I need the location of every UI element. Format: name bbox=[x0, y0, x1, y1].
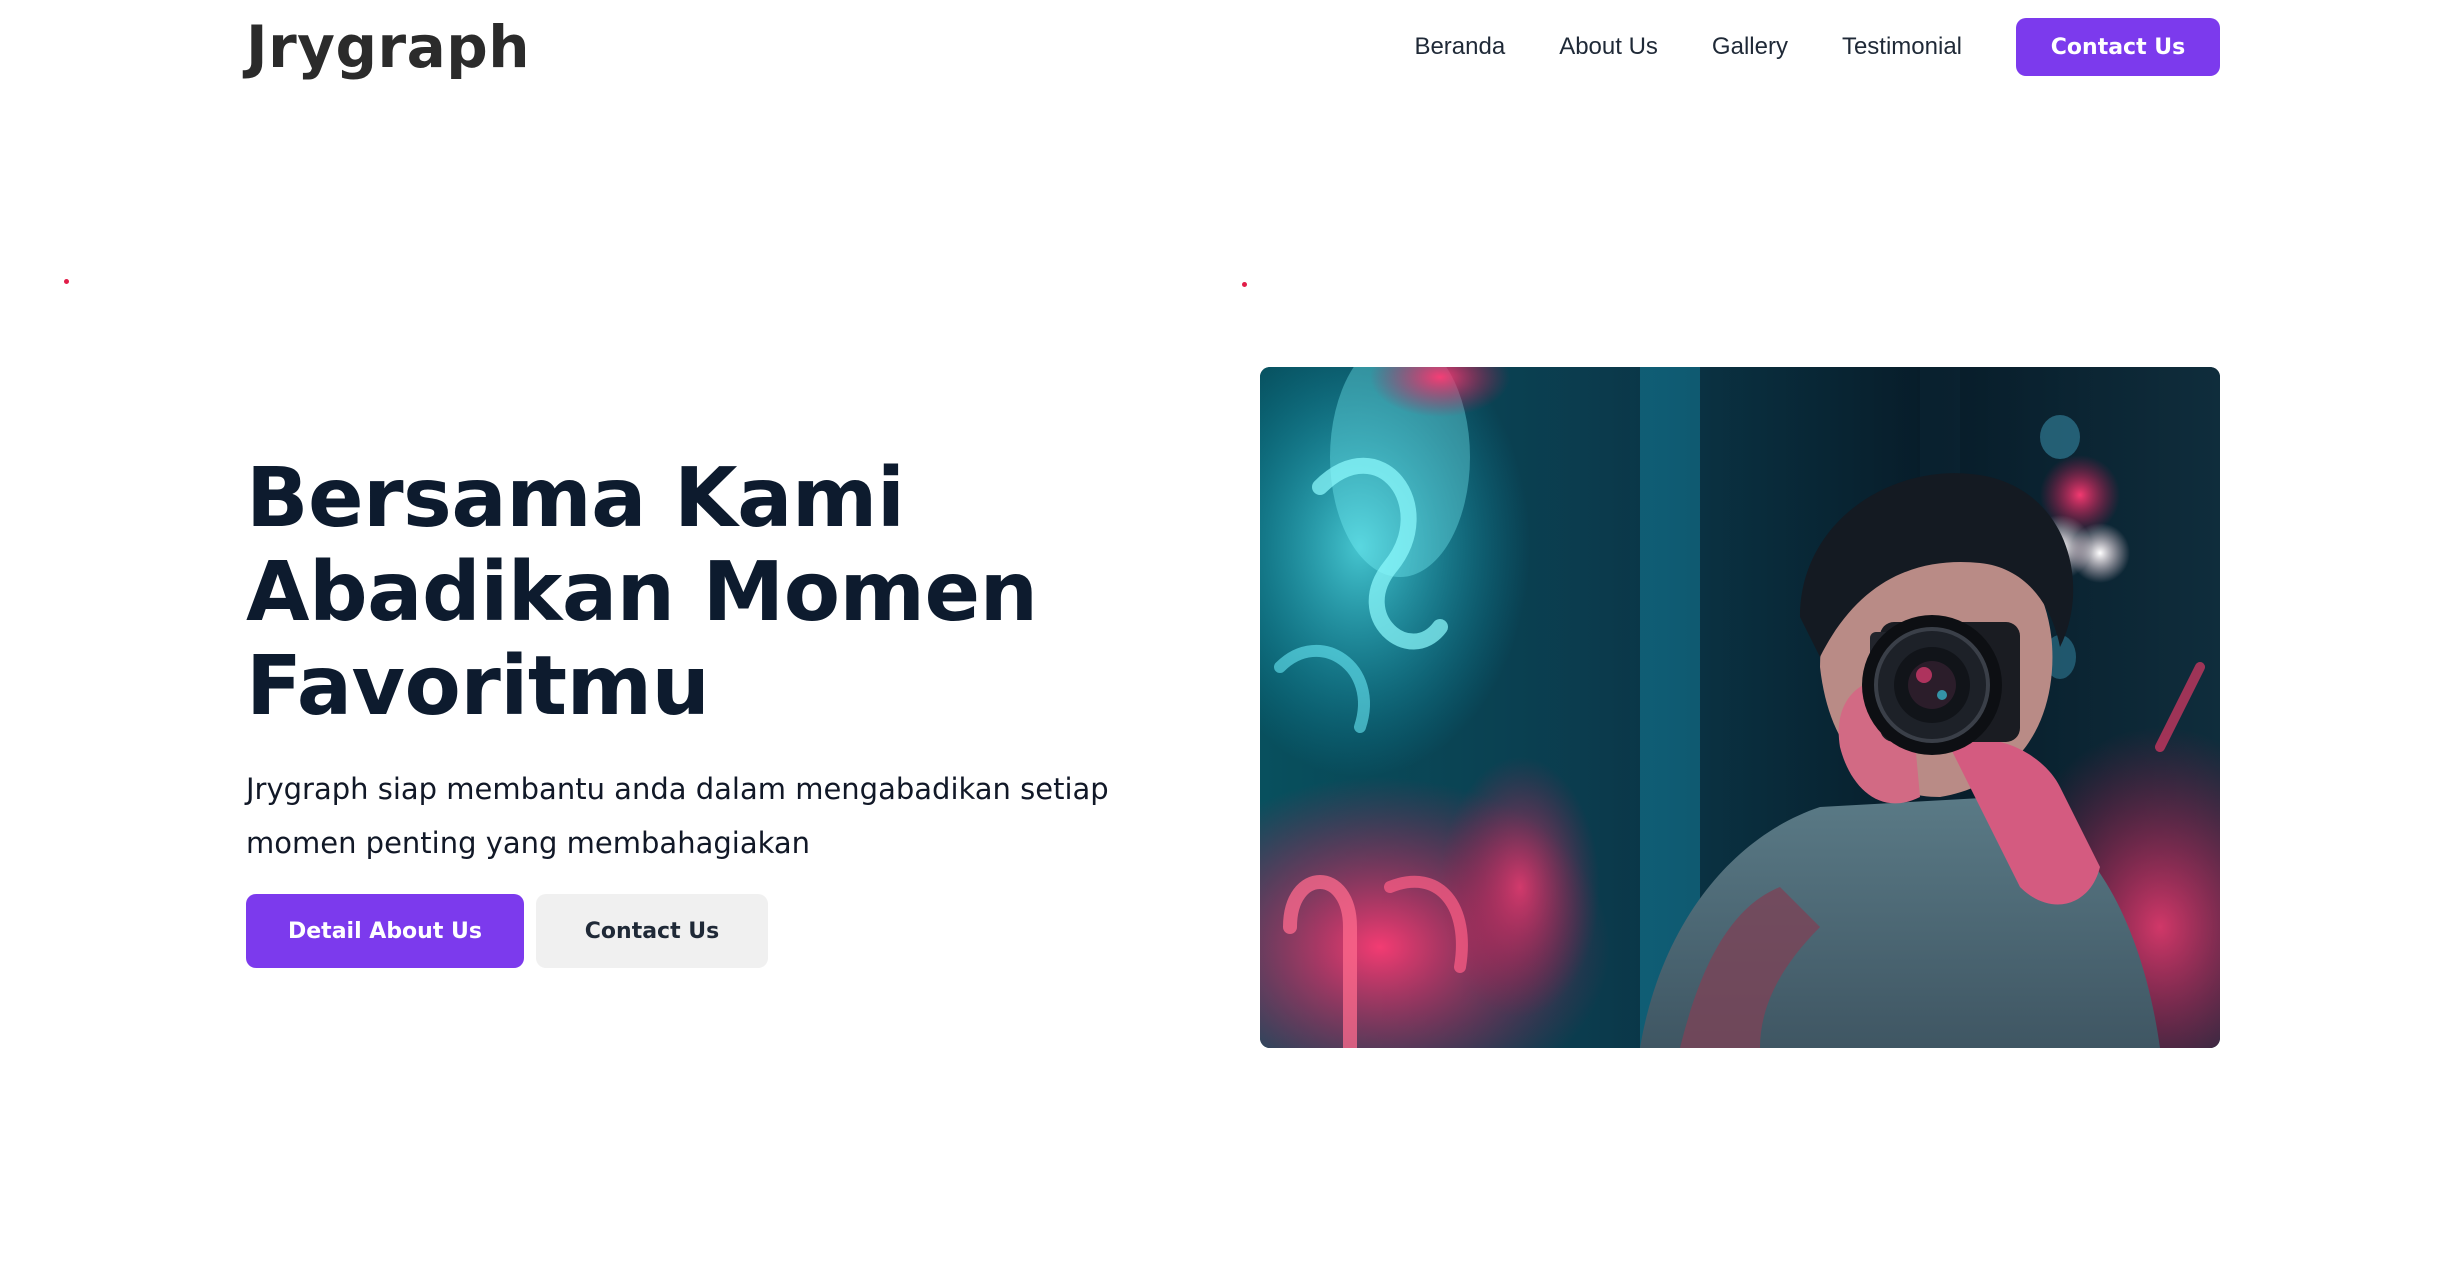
hero-title-line: Favoritmu bbox=[246, 639, 710, 734]
hero-contact-button[interactable]: Contact Us bbox=[536, 894, 768, 968]
hero-title: Bersama Kami Abadikan Momen Favoritmu bbox=[246, 452, 1246, 734]
photographer-neon-photo bbox=[1260, 367, 2220, 1048]
nav-menu: Beranda About Us Gallery Testimonial Con… bbox=[1414, 18, 2220, 76]
hero-title-line: Bersama Kami bbox=[246, 451, 905, 546]
nav-link-about-us[interactable]: About Us bbox=[1559, 33, 1658, 61]
photo-illustration bbox=[1260, 367, 2220, 1048]
navbar: Jrygraph Beranda About Us Gallery Testim… bbox=[246, 0, 2220, 94]
brand-logo[interactable]: Jrygraph bbox=[246, 18, 530, 76]
decorative-dot bbox=[1242, 282, 1247, 287]
hero-description: Jrygraph siap membantu anda dalam mengab… bbox=[246, 772, 1109, 860]
hero-buttons: Detail About Us Contact Us bbox=[246, 894, 1246, 968]
detail-about-us-button[interactable]: Detail About Us bbox=[246, 894, 524, 968]
nav-contact-button[interactable]: Contact Us bbox=[2016, 18, 2220, 76]
hero-text: Bersama Kami Abadikan Momen Favoritmu Jr… bbox=[246, 452, 1246, 968]
nav-link-gallery[interactable]: Gallery bbox=[1712, 33, 1788, 61]
nav-link-testimonial[interactable]: Testimonial bbox=[1842, 33, 1962, 61]
nav-link-beranda[interactable]: Beranda bbox=[1414, 33, 1505, 61]
decorative-dot bbox=[64, 279, 69, 284]
landing-page: Jrygraph Beranda About Us Gallery Testim… bbox=[0, 0, 2454, 1287]
hero-title-line: Abadikan Momen bbox=[246, 545, 1038, 640]
